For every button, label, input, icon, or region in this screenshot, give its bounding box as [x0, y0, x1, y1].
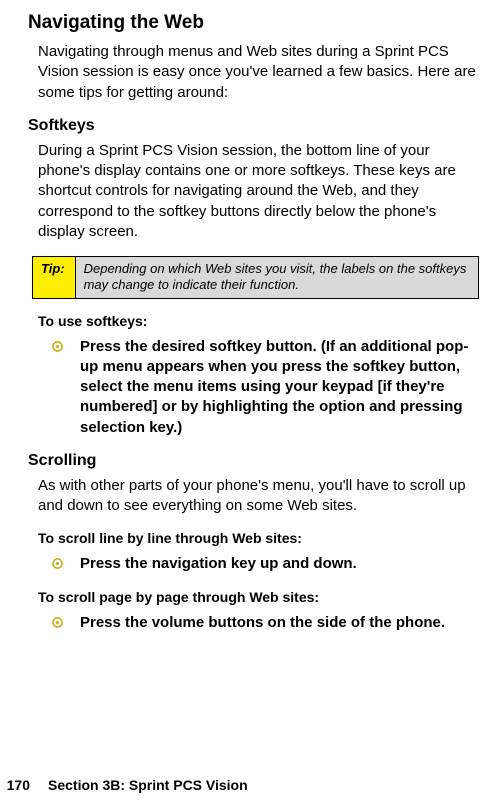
- bullet-text: Press the volume buttons on the side of …: [80, 613, 477, 633]
- page-title: Navigating the Web: [28, 12, 483, 34]
- document-page: Navigating the Web Navigating through me…: [0, 0, 501, 811]
- bullet-text: Press the navigation key up and down.: [80, 554, 477, 574]
- scrolling-body: As with other parts of your phone's menu…: [38, 476, 481, 517]
- intro-paragraph: Navigating through menus and Web sites d…: [38, 42, 483, 103]
- page-number: 170: [0, 777, 48, 793]
- section-heading-scrolling: Scrolling: [28, 452, 483, 470]
- page-footer: 170Section 3B: Sprint PCS Vision: [0, 777, 248, 793]
- list-item: Press the navigation key up and down.: [52, 554, 477, 574]
- sub-heading-scroll-line: To scroll line by line through Web sites…: [38, 530, 483, 546]
- sub-heading-use-softkeys: To use softkeys:: [38, 313, 483, 329]
- bullet-icon: [52, 337, 80, 438]
- section-label: Section 3B: Sprint PCS Vision: [48, 777, 248, 793]
- bullet-icon: [52, 613, 80, 633]
- softkeys-body: During a Sprint PCS Vision session, the …: [38, 141, 481, 242]
- list-item: Press the desired softkey button. (If an…: [52, 337, 477, 438]
- bullet-text: Press the desired softkey button. (If an…: [80, 337, 477, 438]
- list-item: Press the volume buttons on the side of …: [52, 613, 477, 633]
- tip-text: Depending on which Web sites you visit, …: [76, 257, 478, 298]
- section-heading-softkeys: Softkeys: [28, 117, 483, 135]
- tip-callout: Tip: Depending on which Web sites you vi…: [32, 256, 479, 299]
- sub-heading-scroll-page: To scroll page by page through Web sites…: [38, 589, 483, 605]
- tip-label: Tip:: [33, 257, 76, 298]
- bullet-icon: [52, 554, 80, 574]
